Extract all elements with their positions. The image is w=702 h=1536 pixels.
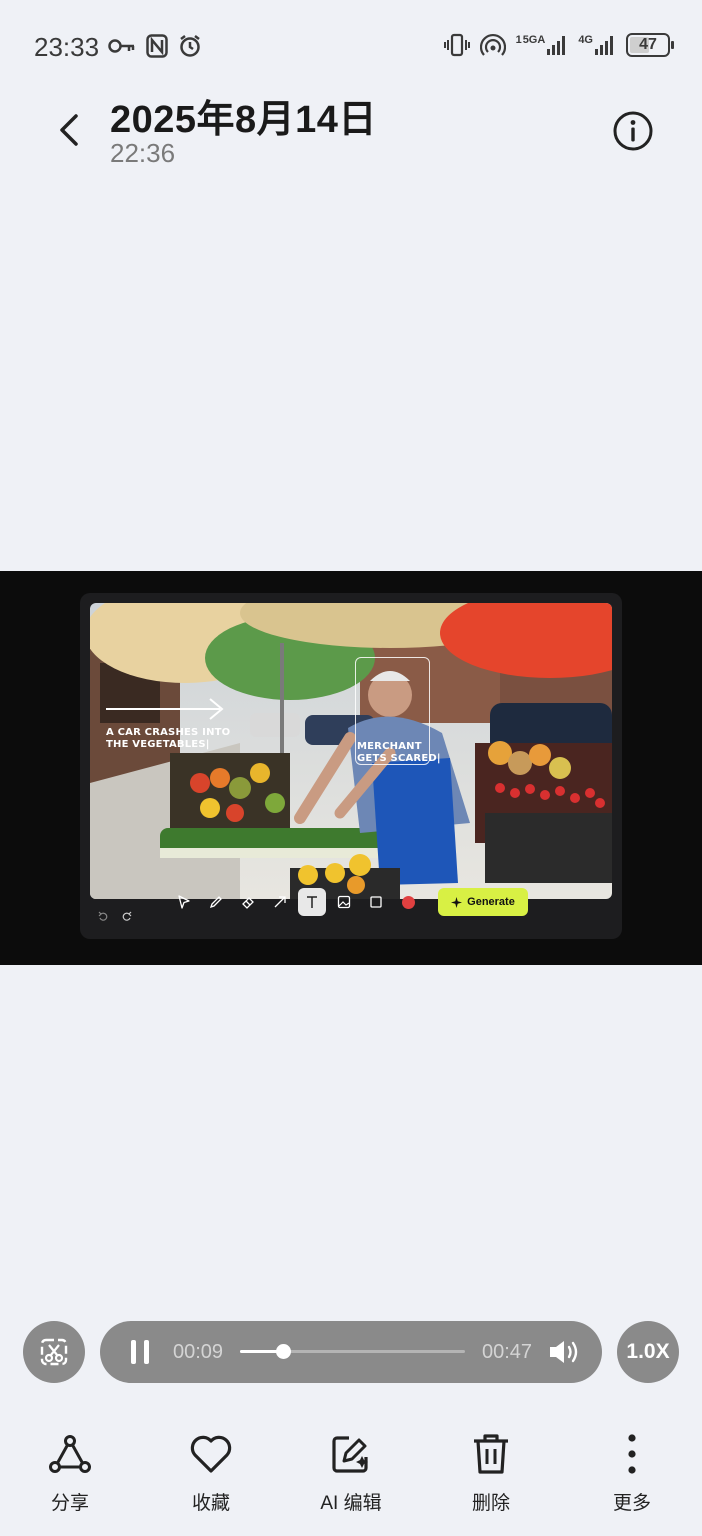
square-icon (370, 896, 382, 908)
status-time: 23:33 (34, 32, 100, 62)
screenshot-crop-button[interactable] (23, 1321, 85, 1383)
battery-indicator: 47 (626, 33, 674, 57)
pause-icon[interactable] (130, 1339, 152, 1365)
trash-icon (474, 1434, 508, 1474)
delete-label: 删除 (471, 1493, 510, 1514)
bottom-action-bar: 分享 收藏 AI 编辑 删除 更多 (0, 1430, 702, 1530)
select-tool[interactable] (170, 888, 198, 916)
signal-5ga: 1 5GA (516, 34, 569, 56)
more-button[interactable]: 更多 (582, 1430, 682, 1515)
status-bar: 23:33 1 5GA 4G 47 (0, 0, 702, 92)
playback-speed-button[interactable]: 1.0X (617, 1321, 679, 1383)
overlay-text-merchant: MERCHANT GETS SCARED| (357, 741, 441, 764)
alarm-icon (180, 35, 200, 57)
overlay-text-car-crash: A CAR CRASHES INTO THE VEGETABLES| (106, 727, 231, 750)
sim-slot-label: 1 (515, 34, 522, 46)
ai-edit-icon (332, 1436, 368, 1473)
ai-edit-label: AI 编辑 (320, 1493, 382, 1514)
more-label: 更多 (612, 1493, 651, 1514)
share-label: 分享 (50, 1493, 89, 1514)
rectangle-tool[interactable] (362, 888, 390, 916)
text-tool[interactable] (298, 888, 326, 916)
video-frame-card: A CAR CRASHES INTO THE VEGETABLES| MERCH… (80, 593, 622, 939)
crop-scissors-icon (40, 1338, 68, 1366)
network-4g-label: 4G (578, 34, 593, 46)
pencil-icon (209, 896, 222, 909)
status-right-icons: 1 5GA 4G 47 (443, 33, 674, 57)
arrow-icon (274, 896, 286, 908)
generate-button[interactable]: Generate (438, 888, 528, 916)
red-color-dot (401, 895, 415, 909)
volume-icon[interactable] (548, 1338, 582, 1366)
pointer-icon (178, 895, 190, 909)
ai-edit-button[interactable]: AI 编辑 (301, 1430, 401, 1515)
signal-4g: 4G (578, 34, 616, 56)
battery-level: 47 (639, 36, 657, 53)
vibrate-icon (443, 33, 470, 57)
hotspot-icon (479, 33, 506, 56)
sparkle-icon (451, 896, 463, 908)
heart-icon (190, 1435, 232, 1473)
signal-bars-icon (595, 36, 613, 55)
total-duration: 00:47 (482, 1341, 533, 1363)
share-icon (49, 1435, 91, 1473)
info-icon[interactable] (612, 110, 654, 152)
video-player[interactable]: A CAR CRASHES INTO THE VEGETABLES| MERCH… (0, 571, 702, 965)
back-arrow-icon[interactable] (50, 110, 90, 150)
market-scene-image: A CAR CRASHES INTO THE VEGETABLES| MERCH… (90, 603, 612, 899)
color-picker[interactable] (394, 888, 422, 916)
progress-knob[interactable] (275, 1344, 291, 1359)
playback-bar: 00:09 00:47 (100, 1321, 602, 1383)
eraser-icon (242, 897, 254, 909)
annotation-arrow (106, 698, 224, 720)
progress-slider[interactable] (240, 1344, 465, 1359)
status-left-icons (108, 34, 202, 58)
arrow-tool[interactable] (266, 888, 294, 916)
text-icon (307, 896, 317, 908)
eraser-tool[interactable] (234, 888, 262, 916)
image-icon (337, 895, 351, 909)
share-button[interactable]: 分享 (20, 1430, 120, 1515)
undo-redo-group (98, 911, 132, 921)
redo-icon[interactable] (122, 911, 132, 921)
generate-label: Generate (467, 896, 515, 908)
capture-time: 22:36 (110, 138, 176, 168)
current-time: 00:09 (173, 1341, 224, 1363)
network-5ga-label: 5GA (522, 34, 546, 46)
favorite-button[interactable]: 收藏 (161, 1430, 261, 1515)
delete-button[interactable]: 删除 (441, 1430, 541, 1515)
more-vertical-icon (628, 1434, 636, 1474)
favorite-label: 收藏 (191, 1493, 230, 1514)
pencil-tool[interactable] (202, 888, 230, 916)
signal-bars-icon (547, 36, 566, 55)
image-tool[interactable] (330, 888, 358, 916)
drawing-toolbar: Generate (170, 885, 528, 919)
nfc-icon (146, 34, 168, 58)
undo-icon[interactable] (98, 911, 108, 921)
key-icon (108, 39, 135, 53)
page-title: 2025年8月14日 (110, 99, 377, 141)
